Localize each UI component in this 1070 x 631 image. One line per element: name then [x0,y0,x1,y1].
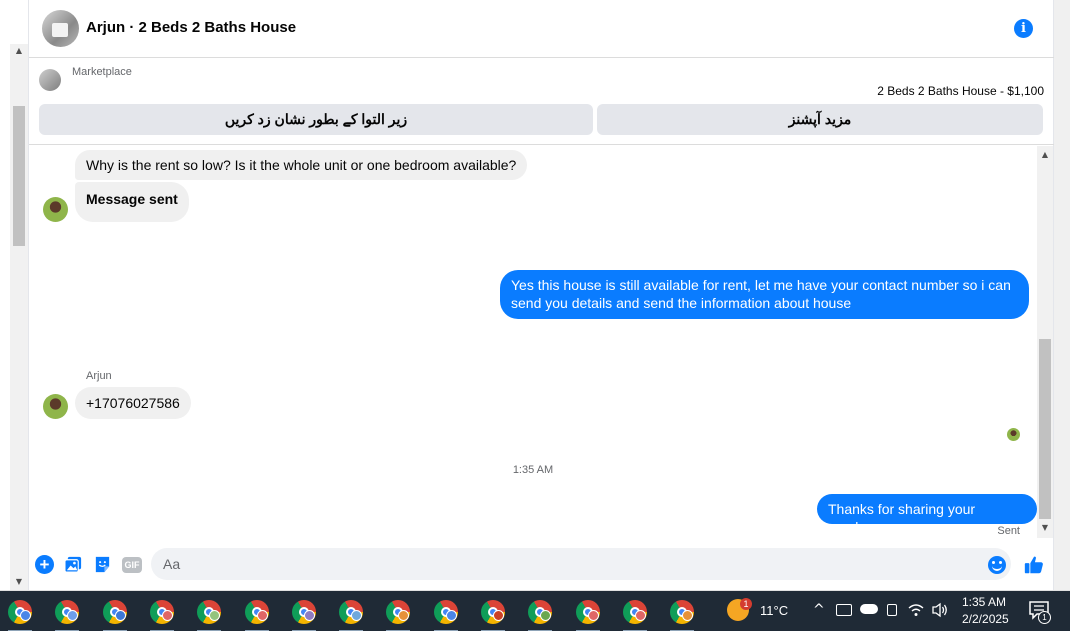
speaker-icon[interactable] [931,602,949,618]
taskbar-chrome-icon[interactable] [289,597,319,631]
wifi-icon[interactable] [908,603,924,617]
plus-icon[interactable]: + [35,555,54,574]
listing-title[interactable]: 2 Beds 2 Baths House - $1,100 [877,84,1044,98]
temperature[interactable]: 11°C [760,603,788,618]
sticker-icon[interactable] [93,555,112,574]
seen-indicator-avatar [1007,428,1020,441]
info-icon[interactable]: i [1014,19,1033,38]
taskbar-chrome-icon[interactable] [100,597,130,631]
taskbar-chrome-icon[interactable] [194,597,224,631]
taskbar-chrome-icon[interactable] [525,597,555,631]
cloud-icon[interactable] [860,604,878,614]
taskbar-chrome-icon[interactable] [383,597,413,631]
message-input[interactable] [151,548,1011,580]
profile-badge [20,610,31,621]
clock-time[interactable]: 1:35 AM [962,595,1006,609]
clock-date[interactable]: 2/2/2025 [962,612,1009,626]
thumbs-up-icon[interactable] [1023,554,1045,576]
photo-icon[interactable] [64,555,83,574]
profile-badge [256,610,268,621]
profile-badge [493,610,504,621]
profile-badge [303,610,315,621]
contact-avatar[interactable] [43,197,68,222]
contact-avatar[interactable] [43,394,68,419]
device-icon[interactable] [887,604,897,616]
scroll-down-arrow[interactable]: ▼ [1040,523,1050,533]
messages-scrollbar[interactable]: ▲ ▼ [1037,146,1053,538]
taskbar-chrome-icon[interactable] [478,597,508,631]
profile-badge [445,610,457,621]
emoji-icon[interactable] [988,556,1006,574]
sent-status: Sent [997,525,1020,537]
windows-taskbar: 11°C ^ 1:35 AM 2/2/2025 1 [0,591,1070,631]
sender-name: Arjun [86,370,112,382]
taskbar-chrome-icon[interactable] [147,597,177,631]
more-options-button[interactable]: مزید آپشنز [597,104,1043,135]
profile-badge [540,610,552,621]
weather-badge: 1 [740,598,752,610]
scroll-up-arrow[interactable]: ▲ [1040,150,1050,160]
battery-icon[interactable] [836,604,852,616]
profile-badge [114,610,126,621]
marketplace-avatar [39,69,61,91]
incoming-message[interactable]: Message sent [75,182,189,222]
mark-as-pending-button[interactable]: زیر التوا کے بطور نشان زد کریں [39,104,593,135]
incoming-message[interactable]: Why is the rent so low? Is it the whole … [75,150,528,180]
taskbar-chrome-icon[interactable] [667,597,697,631]
chat-header: Arjun · 2 Beds 2 Baths House i [29,0,1055,58]
scroll-up-arrow[interactable]: ▲ [14,46,24,56]
taskbar-chrome-icon[interactable] [573,597,603,631]
page-right-gutter [1054,0,1070,590]
scroll-down-arrow[interactable]: ▼ [14,577,24,587]
taskbar-chrome-icon[interactable] [5,597,35,631]
profile-badge [161,610,173,621]
gif-icon[interactable]: GIF [122,557,142,573]
page-scrollbar[interactable]: ▲ ▼ [10,44,28,590]
listing-avatar[interactable] [42,10,79,47]
message-list: Why is the rent so low? Is it the whole … [29,146,1037,542]
incoming-message[interactable]: +17076027586 [75,387,191,419]
notification-count: 1 [1038,611,1051,624]
outgoing-message[interactable]: Yes this house is still available for re… [500,270,1029,319]
taskbar-chrome-icon[interactable] [242,597,272,631]
profile-badge [587,610,599,621]
chat-title[interactable]: Arjun · 2 Beds 2 Baths House [86,19,296,36]
chevron-up-icon[interactable]: ^ [813,601,825,619]
profile-badge [209,610,221,621]
taskbar-chrome-icon[interactable] [336,597,366,631]
taskbar-chrome-icon[interactable] [620,597,650,631]
taskbar-chrome-icon[interactable] [431,597,461,631]
scrollbar-thumb[interactable] [13,106,25,246]
marketplace-label: Marketplace [72,66,132,78]
message-composer: + GIF [29,542,1055,588]
profile-badge [67,610,79,621]
message-timestamp: 1:35 AM [512,464,554,476]
taskbar-chrome-icon[interactable] [52,597,82,631]
scrollbar-thumb[interactable] [1039,339,1051,519]
profile-badge [634,610,646,621]
chat-window: Arjun · 2 Beds 2 Baths House i Marketpla… [28,0,1055,590]
profile-badge [682,610,694,621]
marketplace-panel: Marketplace 2 Beds 2 Baths House - $1,10… [29,59,1055,145]
profile-badge [398,610,410,621]
outgoing-message[interactable]: Thanks for sharing your number [817,494,1037,535]
